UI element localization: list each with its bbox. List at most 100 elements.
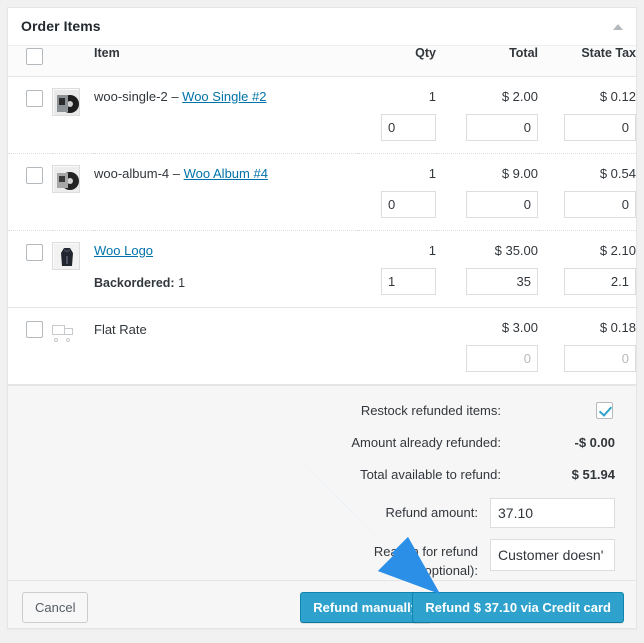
tax-value: $ 0.54 [599, 165, 636, 181]
collapse-triangle-up-icon[interactable] [612, 22, 624, 32]
row-checkbox[interactable] [26, 89, 43, 107]
shipping-tax-refund-input[interactable] [564, 344, 636, 372]
vinyl-record-thumbnail [52, 87, 80, 116]
hoodie-thumbnail [52, 241, 80, 270]
row-total-cell: $ 2.00 [436, 76, 538, 154]
row-total-cell: $ 35.00 [436, 230, 538, 308]
tax-refund-input[interactable] [564, 113, 636, 141]
tax-value: $ 0.12 [599, 88, 636, 104]
refund-reason-row: Reason for refund (optional): [29, 538, 615, 580]
qty-refund-input[interactable] [381, 190, 436, 218]
row-tax-cell: $ 2.10 [538, 230, 636, 308]
qty-value: 1 [428, 242, 436, 258]
table-row: Woo Logo Backordered: 1 1 $ 35.00 $ 2.10 [8, 230, 636, 308]
row-qty-cell: 1 [358, 76, 436, 154]
column-header-state-tax: State Tax [538, 46, 636, 77]
column-header-qty: Qty [358, 46, 436, 77]
product-image [54, 166, 79, 192]
product-link[interactable]: Woo Logo [94, 243, 153, 258]
row-select-cell [8, 153, 52, 231]
row-select-cell [8, 230, 52, 308]
refund-reason-label-line2: (optional): [420, 562, 478, 578]
sku-separator: – [169, 165, 184, 181]
already-refunded-value: -$ 0.00 [574, 434, 615, 450]
restock-checkbox-wrap [513, 401, 615, 419]
row-total-cell: $ 3.00 [436, 307, 538, 385]
shipping-method-name: Flat Rate [94, 321, 147, 337]
page-title: Order Items [21, 18, 101, 34]
already-refunded-label: Amount already refunded: [351, 434, 501, 450]
total-refund-input[interactable] [466, 113, 538, 141]
sku-separator: – [167, 88, 183, 104]
row-tax-cell: $ 0.12 [538, 76, 636, 154]
row-name-cell: woo-album-4 – Woo Album #4 [94, 153, 358, 231]
row-checkbox[interactable] [26, 243, 43, 261]
select-all-header [8, 46, 52, 77]
total-value: $ 9.00 [501, 165, 538, 181]
qty-value: 1 [428, 88, 436, 104]
row-name-cell: Flat Rate [94, 307, 358, 385]
available-refund-value: $ 51.94 [571, 466, 615, 482]
row-tax-cell: $ 0.18 [538, 307, 636, 385]
tax-refund-input[interactable] [564, 267, 636, 295]
total-refund-input[interactable] [466, 267, 538, 295]
select-all-checkbox[interactable] [26, 48, 43, 65]
product-link[interactable]: Woo Album #4 [184, 166, 268, 181]
product-link[interactable]: Woo Single #2 [182, 89, 266, 104]
item-sku: woo-album-4 [94, 165, 170, 181]
row-select-cell [8, 76, 52, 154]
row-qty-cell: 1 [358, 153, 436, 231]
restock-checkbox[interactable] [596, 401, 613, 419]
restock-label: Restock refunded items: [360, 402, 501, 418]
available-refund-row: Total available to refund: $ 51.94 [29, 466, 615, 483]
refund-via-credit-card-button[interactable]: Refund $ 37.10 via Credit card [412, 591, 624, 623]
available-refund-label: Total available to refund: [360, 466, 501, 482]
shipping-tax-value: $ 0.18 [599, 319, 636, 335]
refund-reason-label-line1: Reason for refund [373, 543, 478, 559]
row-checkbox[interactable] [26, 320, 43, 338]
order-items-table: Item Qty Total State Tax woo-single-2 – … [8, 46, 636, 385]
restock-row: Restock refunded items: [29, 401, 615, 419]
item-meta: Backordered: 1 [94, 274, 358, 292]
tax-value: $ 2.10 [599, 242, 636, 258]
row-qty-cell: 1 [358, 230, 436, 308]
row-thumbnail-cell [52, 230, 94, 308]
table-row: woo-album-4 – Woo Album #4 1 $ 9.00 $ 0.… [8, 153, 636, 231]
row-name-cell: Woo Logo Backordered: 1 [94, 230, 358, 308]
panel-header: Order Items [8, 8, 636, 46]
shipping-truck-icon [52, 322, 76, 342]
row-select-cell [8, 307, 52, 385]
vinyl-album-thumbnail [52, 164, 80, 193]
meta-label: Backordered: [94, 275, 175, 290]
tax-refund-input[interactable] [564, 190, 636, 218]
row-qty-cell [358, 307, 436, 385]
row-thumbnail-cell [52, 76, 94, 154]
item-sku: woo-single-2 [94, 88, 168, 104]
already-refunded-row: Amount already refunded: -$ 0.00 [29, 434, 615, 451]
cancel-button[interactable]: Cancel [22, 591, 89, 623]
total-refund-input[interactable] [466, 190, 538, 218]
column-header-item: Item [94, 46, 358, 77]
refund-summary-panel: Restock refunded items: Amount already r… [8, 384, 636, 580]
qty-value: 1 [428, 165, 436, 181]
product-image [54, 243, 79, 269]
table-row: woo-single-2 – Woo Single #2 1 $ 2.00 $ … [8, 76, 636, 154]
qty-refund-input[interactable] [381, 267, 436, 295]
row-tax-cell: $ 0.54 [538, 153, 636, 231]
refund-amount-row: Refund amount: [29, 497, 615, 528]
shipping-total-refund-input[interactable] [466, 344, 538, 372]
refund-reason-label: Reason for refund (optional): [210, 539, 490, 580]
table-header: Item Qty Total State Tax [8, 46, 636, 77]
refund-amount-input[interactable] [490, 497, 615, 528]
panel-footer: Cancel Refund manually Refund $ 37.10 vi… [8, 579, 636, 628]
thumbnail-header [52, 46, 94, 77]
table-body: woo-single-2 – Woo Single #2 1 $ 2.00 $ … [8, 76, 636, 385]
qty-refund-input[interactable] [381, 113, 436, 141]
row-total-cell: $ 9.00 [436, 153, 538, 231]
order-items-panel: Order Items Item Qty Total State Tax woo… [7, 7, 637, 629]
refund-reason-input[interactable] [490, 538, 615, 571]
product-image [54, 89, 79, 115]
refund-amount-label: Refund amount: [385, 505, 478, 520]
row-checkbox[interactable] [26, 166, 43, 184]
row-thumbnail-cell [52, 153, 94, 231]
